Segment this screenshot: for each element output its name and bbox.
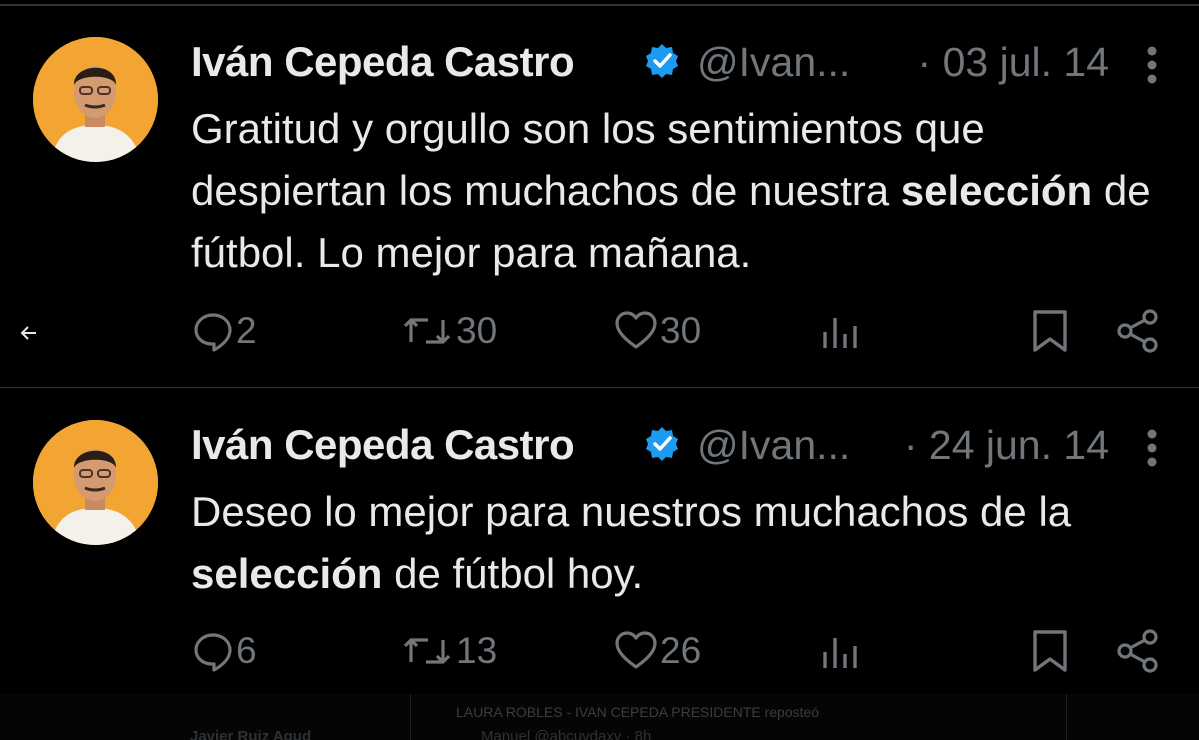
avatar[interactable] [33, 37, 158, 162]
like-button[interactable]: 30 [614, 306, 701, 356]
repost-icon [403, 638, 451, 664]
tweet-actions: 2 30 30 [0, 306, 1199, 356]
repost-button[interactable]: 30 [400, 306, 497, 356]
bookmark-button[interactable] [1030, 626, 1070, 676]
reply-button[interactable]: 6 [192, 626, 257, 676]
tweet-text: Gratitud y orgullo son los sentimientos … [191, 105, 1151, 276]
author-name[interactable]: Iván Cepeda Castro [191, 421, 575, 469]
views-icon [823, 318, 857, 348]
share-button[interactable] [1115, 306, 1161, 356]
faded-repost-line: LAURA ROBLES - IVAN CEPEDA PRESIDENTE re… [456, 704, 820, 720]
top-divider [0, 4, 1199, 6]
tweet-divider [0, 387, 1199, 388]
verified-badge-icon [646, 427, 678, 461]
reply-count: 6 [236, 630, 257, 671]
bookmark-button[interactable] [1030, 306, 1070, 356]
reply-icon [194, 633, 232, 672]
tweet-date[interactable]: · 24 jun. 14 [904, 422, 1109, 469]
faded-tweet: LAURA ROBLES - IVAN CEPEDA PRESIDENTE re… [410, 694, 1067, 740]
reply-count: 2 [236, 310, 257, 351]
tweet-date[interactable]: · 03 jul. 14 [918, 39, 1109, 86]
repost-count: 13 [456, 630, 498, 671]
reply-icon [194, 313, 232, 352]
more-icon[interactable] [1145, 427, 1159, 469]
like-icon [615, 311, 657, 349]
views-button[interactable] [820, 626, 860, 676]
repost-icon [403, 318, 451, 344]
author-name[interactable]: Iván Cepeda Castro [191, 38, 575, 86]
share-icon [1117, 309, 1158, 353]
like-count: 26 [660, 630, 702, 671]
tweet-actions: 6 13 26 [0, 626, 1199, 676]
reply-button[interactable]: 2 [192, 306, 257, 356]
repost-count: 30 [456, 310, 498, 351]
like-icon [615, 631, 657, 669]
more-icon[interactable] [1145, 44, 1159, 86]
share-button[interactable] [1115, 626, 1161, 676]
tweet-text: Deseo lo mejor para nuestros muchachos d… [191, 488, 1072, 597]
highlight-word: selección [191, 550, 383, 597]
share-icon [1117, 629, 1158, 673]
avatar[interactable] [33, 420, 158, 545]
like-button[interactable]: 26 [614, 626, 701, 676]
background-feed-strip: Javier Ruiz Agud LAURA ROBLES - IVAN CEP… [0, 694, 1199, 740]
like-count: 30 [660, 310, 702, 351]
repost-button[interactable]: 13 [400, 626, 497, 676]
faded-author-name: Javier Ruiz Agud [190, 728, 312, 740]
author-handle[interactable]: @Ivan... [697, 39, 850, 86]
verified-badge-icon [646, 44, 678, 78]
views-icon [823, 638, 857, 668]
bookmark-icon [1033, 310, 1067, 352]
bookmark-icon [1033, 630, 1067, 672]
author-handle[interactable]: @Ivan... [697, 422, 850, 469]
faded-user: Manuel @abcuvdaxy · 8h [481, 728, 652, 740]
highlight-word: selección [900, 167, 1093, 214]
views-button[interactable] [820, 306, 860, 356]
